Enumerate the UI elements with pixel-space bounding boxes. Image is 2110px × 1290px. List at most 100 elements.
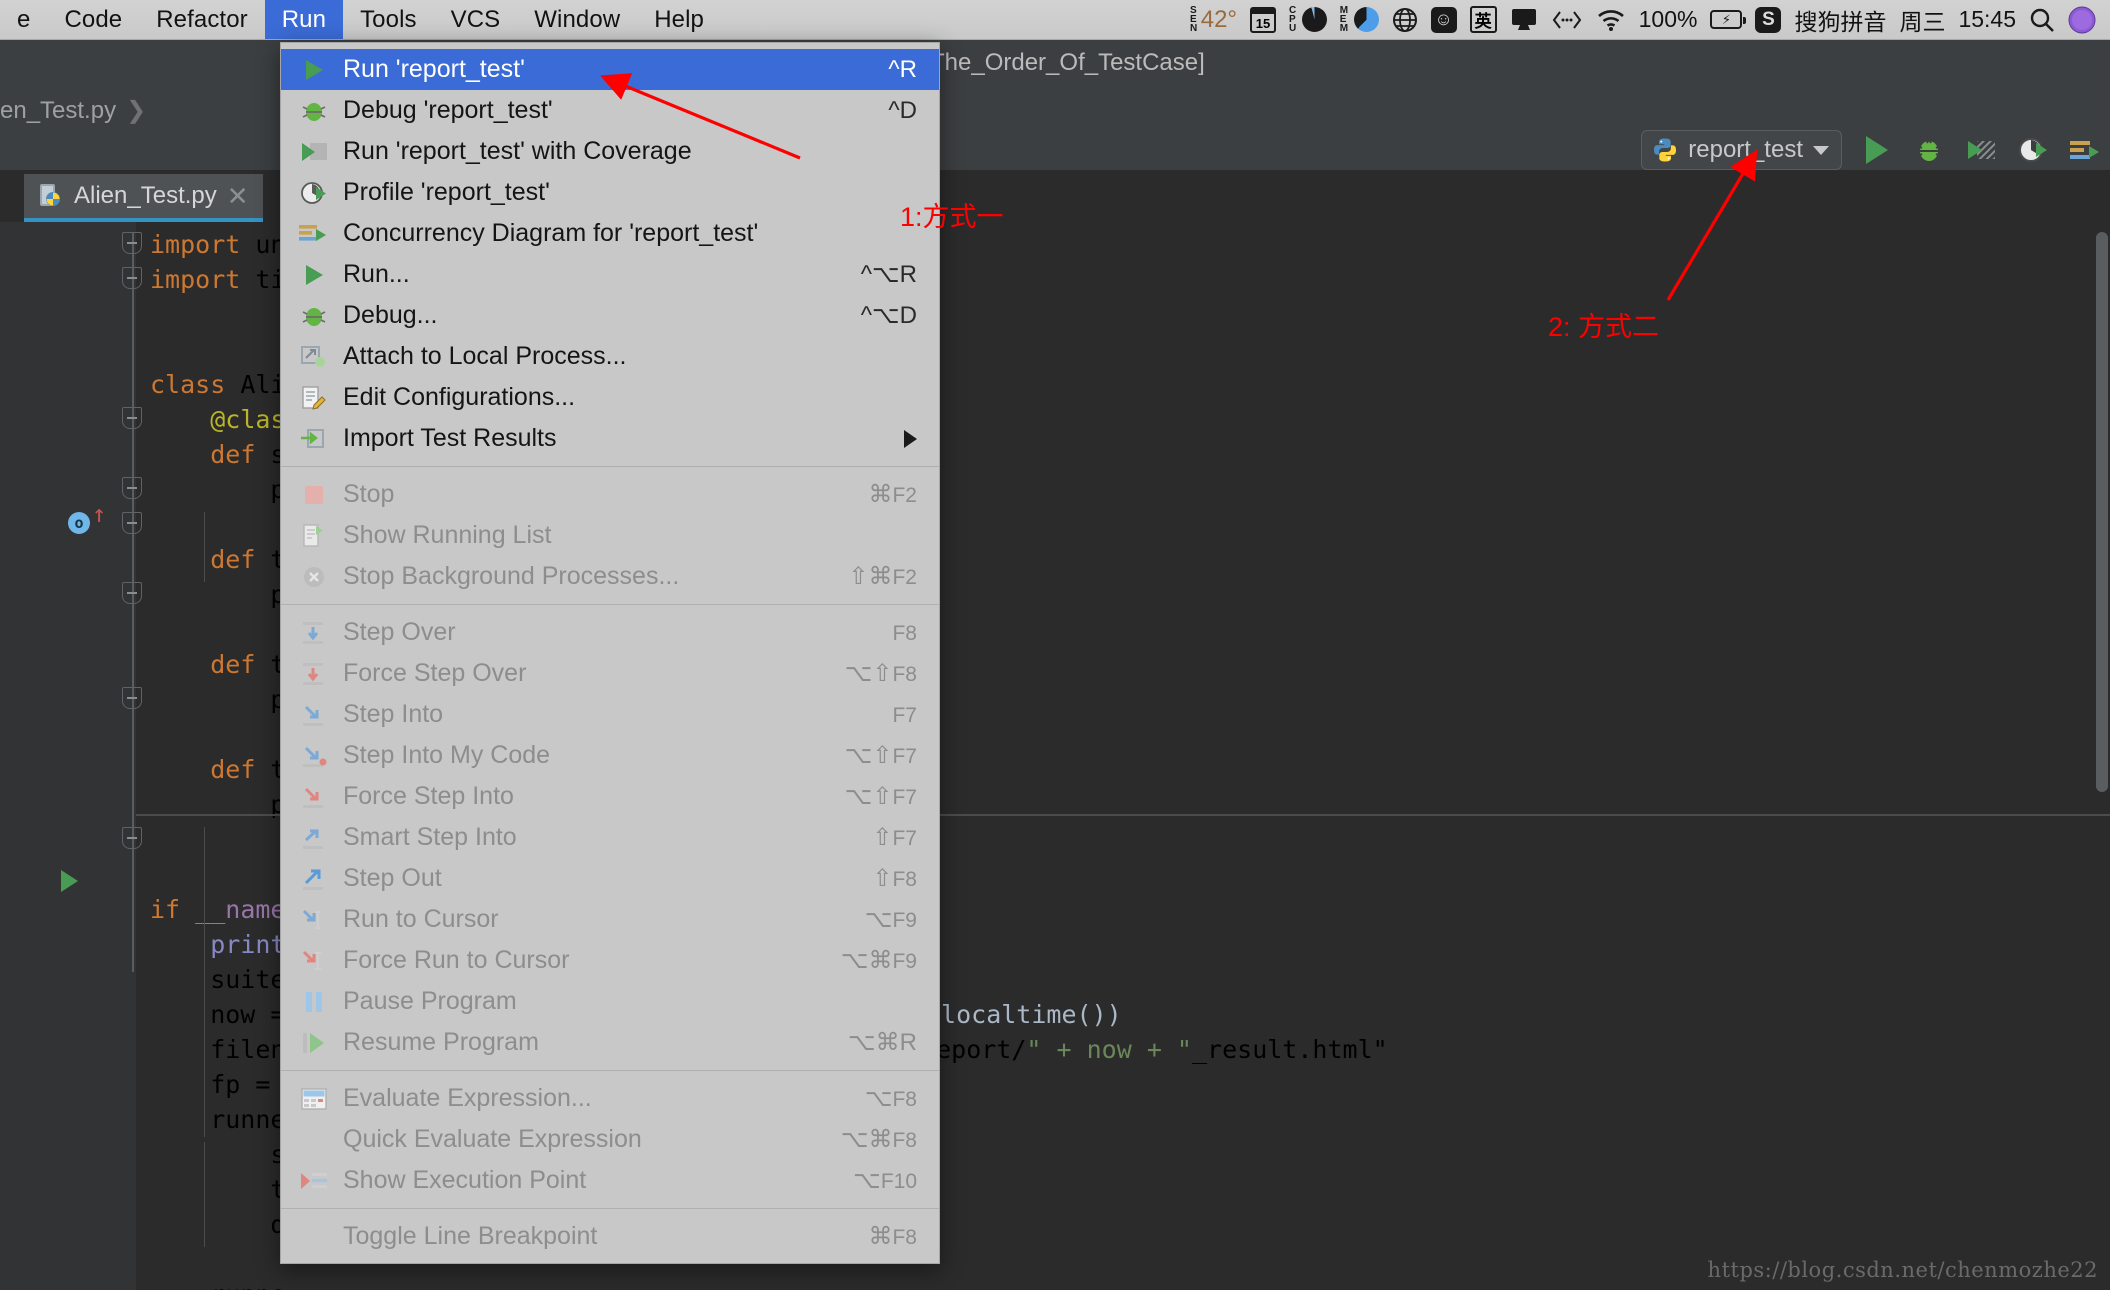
concurrency-diagram-button[interactable] [2068,133,2102,167]
battery-charging-icon[interactable]: ⚡ [1710,10,1747,29]
app-menu-help[interactable]: Help [637,0,721,39]
menu-item-label: Step Into [343,700,444,728]
run-with-coverage-button[interactable] [1964,133,1998,167]
siri-icon[interactable] [2068,6,2096,34]
battery-percent: 100% [1638,6,1698,32]
menu-item-show-execution-point: Show Execution Point ⌥F10 [281,1160,939,1201]
app-menu-code[interactable]: Code [47,0,139,39]
app-menu-vcs[interactable]: VCS [434,0,518,39]
tab-label: Alien_Test.py [74,182,217,209]
code-line[interactable]: import ti [150,265,285,294]
code-line[interactable]: print [150,930,285,959]
clock[interactable]: 15:45 [1958,6,2016,33]
app-menu-run[interactable]: Run [264,0,344,39]
code-line[interactable]: t [150,1175,285,1204]
run-button[interactable] [1860,133,1894,167]
chevron-down-icon[interactable] [1813,145,1829,155]
code-line[interactable]: def t [150,650,285,679]
menu-item-debug[interactable]: Debug... ^⌥D [281,295,939,336]
menu-item-label: Force Step Into [343,782,514,810]
code-line[interactable]: now = [150,1000,285,1029]
code-line[interactable]: @clas [150,405,285,434]
smiley-icon[interactable]: ☺ [1430,6,1457,33]
app-menu-refactor[interactable]: Refactor [139,0,265,39]
menu-item-step-into-my-code: Step Into My Code ⌥⇧F7 [281,735,939,776]
search-icon[interactable] [2029,7,2055,33]
menu-item-import-test-results[interactable]: Import Test Results [281,418,939,459]
code-line[interactable]: runne [150,1105,285,1134]
code-line[interactable]: s [150,1140,285,1169]
menu-item-run-report-test[interactable]: Run 'report_test' ^R [281,49,939,90]
app-menu-tools[interactable]: Tools [343,0,434,39]
fold-marker[interactable] [122,232,142,254]
day-of-week[interactable]: 周三 [1899,3,1945,37]
app-menu-window[interactable]: Window [517,0,637,39]
calendar-icon[interactable]: 15 [1250,6,1277,33]
code-line[interactable]: def s [150,440,285,469]
code-line[interactable]: import un [150,230,285,259]
editor-scrollbar[interactable] [2096,232,2108,792]
code-line-fragment[interactable]: /Report/" + now + "_result.html" [906,1035,1388,1064]
fold-marker[interactable] [122,407,142,429]
globe-icon[interactable] [1392,7,1418,33]
menu-item-stop-background-processes: Stop Background Processes... ⇧⌘F2 [281,556,939,597]
code-line[interactable]: p [150,685,285,714]
menu-item-label: Show Running List [343,521,552,549]
memory-monitor-item[interactable]: M E M [1340,6,1379,34]
run-gutter-icon[interactable] [61,870,78,892]
app-menu-e[interactable]: e [0,0,47,39]
run-menu[interactable]: Run 'report_test' ^R Debug 'report_test' ^D… [280,42,940,1264]
code-line-fragment[interactable]: .localtime()) [926,1000,1122,1029]
fold-marker[interactable] [122,827,142,849]
bug-icon [297,301,331,331]
code-line[interactable]: p [150,580,285,609]
fold-marker[interactable] [122,582,142,604]
menu-item-run-report-test-with-coverage[interactable]: Run 'report_test' with Coverage [281,131,939,172]
sogou-badge[interactable]: S [1755,6,1782,33]
sogou-name[interactable]: 搜狗拼音 [1794,3,1886,37]
breadcrumb[interactable]: en_Test.py ❯ [0,96,146,125]
run-configuration-selector[interactable]: report_test [1641,130,1842,170]
code-line[interactable]: runne [150,1280,285,1290]
tab-alien-test[interactable]: Alien_Test.py ✕ [24,174,263,222]
menu-item-quick-evaluate-expression: Quick Evaluate Expression ⌥⌘F8 [281,1119,939,1160]
display-icon[interactable] [1510,7,1538,33]
fold-marker[interactable] [122,477,142,499]
menu-item-run[interactable]: Run... ^⌥R [281,254,939,295]
fold-marker[interactable] [122,687,142,709]
screenshot-root: The_Order_Of_TestCase] en_Test.py ❯ repo… [0,0,2110,1290]
code-line[interactable]: d [150,1210,285,1239]
attach-icon [297,342,331,372]
code-line[interactable]: def t [150,755,285,784]
step-into-my-code-icon [297,741,331,771]
coverage-icon [297,137,331,167]
cpu-monitor-item[interactable]: C P U [1289,5,1327,34]
fold-marker[interactable] [122,512,142,534]
code-line[interactable]: class Ali [150,370,285,399]
wifi-icon[interactable] [1596,8,1626,32]
menu-item-concurrency-diagram-for-report-test[interactable]: Concurrency Diagram for 'report_test' [281,213,939,254]
fold-marker[interactable] [122,267,142,289]
bluetooth-icon[interactable] [1551,8,1583,32]
cpu-label: C P U [1289,5,1296,34]
breadcrumb-file: en_Test.py [0,96,117,124]
menu-item-attach-to-local-process[interactable]: Attach to Local Process... [281,336,939,377]
override-method-icon[interactable]: o [68,512,90,534]
profile-button[interactable] [2016,133,2050,167]
close-icon[interactable]: ✕ [227,183,249,209]
code-line[interactable]: def t [150,545,285,574]
menu-item-debug-report-test[interactable]: Debug 'report_test' ^D [281,90,939,131]
code-line[interactable]: if __name [150,895,285,924]
menu-item-smart-step-into: Smart Step Into ⇧F7 [281,817,939,858]
menu-item-edit-configurations[interactable]: Edit Configurations... [281,377,939,418]
debug-button[interactable] [1912,133,1946,167]
code-line[interactable]: filen [150,1035,285,1064]
editor-gutter[interactable]: 1234567891011121314151617181920212223242… [0,222,136,1290]
menu-item-profile-report-test[interactable]: Profile 'report_test' [281,172,939,213]
sensor-temperature-item[interactable]: S E N 42° [1190,6,1237,34]
code-line[interactable]: suite [150,965,285,994]
input-source-icon[interactable]: 英 [1469,6,1497,33]
code-line[interactable]: fp = [150,1070,285,1099]
menu-item-shortcut: ^⌥D [860,302,917,329]
code-line[interactable]: p [150,475,285,504]
